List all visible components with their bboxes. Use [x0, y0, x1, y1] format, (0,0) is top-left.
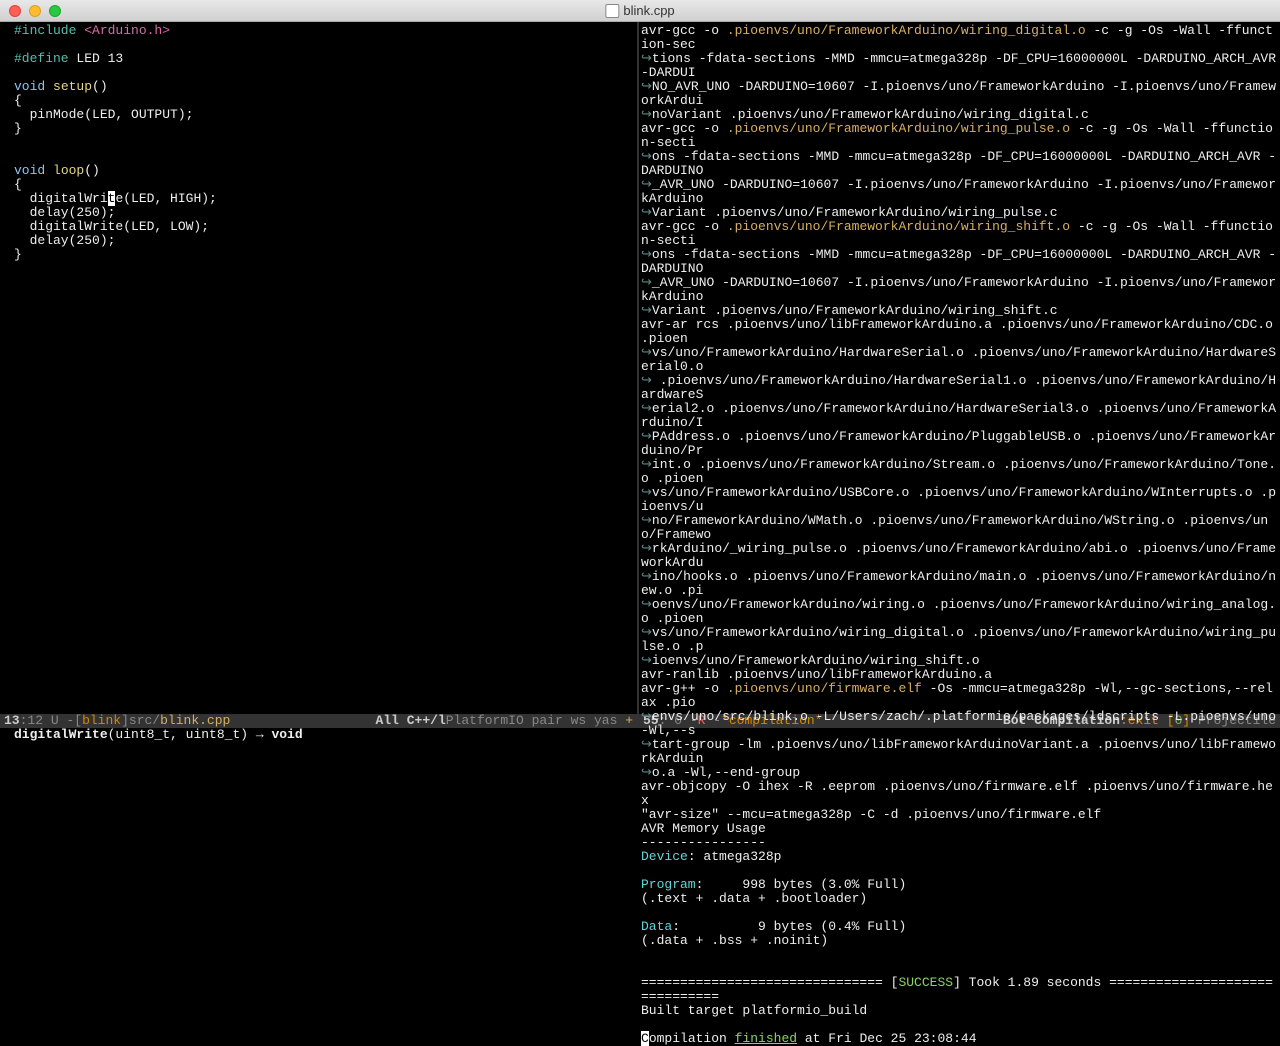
output-cursor: C [641, 1031, 649, 1046]
compilation-output-pane[interactable]: avr-gcc -o .pioenvs/uno/FrameworkArduino… [637, 22, 1280, 714]
compilation-output: avr-gcc -o .pioenvs/uno/FrameworkArduino… [639, 22, 1280, 1046]
device-label: Device [641, 849, 688, 864]
zoom-icon[interactable] [49, 5, 61, 17]
program-label: Program [641, 877, 696, 892]
file-icon [605, 4, 619, 18]
code-editor-pane[interactable]: #include <Arduino.h> #define LED 13 void… [0, 22, 637, 714]
minimize-icon[interactable] [29, 5, 41, 17]
window-title: blink.cpp [605, 4, 674, 18]
wrap-icon: ↪ [641, 51, 652, 66]
include-directive: #include [14, 23, 84, 38]
close-icon[interactable] [9, 5, 21, 17]
modeline-left[interactable]: 13:12 U -[blink]src/blink.cppAll C++/lPl… [0, 714, 637, 728]
success-badge: SUCCESS [898, 975, 953, 990]
code-content[interactable]: #include <Arduino.h> #define LED 13 void… [0, 22, 637, 262]
setup-function: setup [53, 79, 92, 94]
buffer-name: blink.cpp [160, 714, 230, 728]
window-titlebar: blink.cpp [0, 0, 1280, 22]
eldoc-function: digitalWrite [14, 727, 108, 742]
data-label: Data [641, 919, 672, 934]
define-directive: #define [14, 51, 76, 66]
title-text: blink.cpp [623, 4, 674, 18]
loop-function: loop [53, 163, 84, 178]
finished-link[interactable]: finished [735, 1031, 797, 1046]
